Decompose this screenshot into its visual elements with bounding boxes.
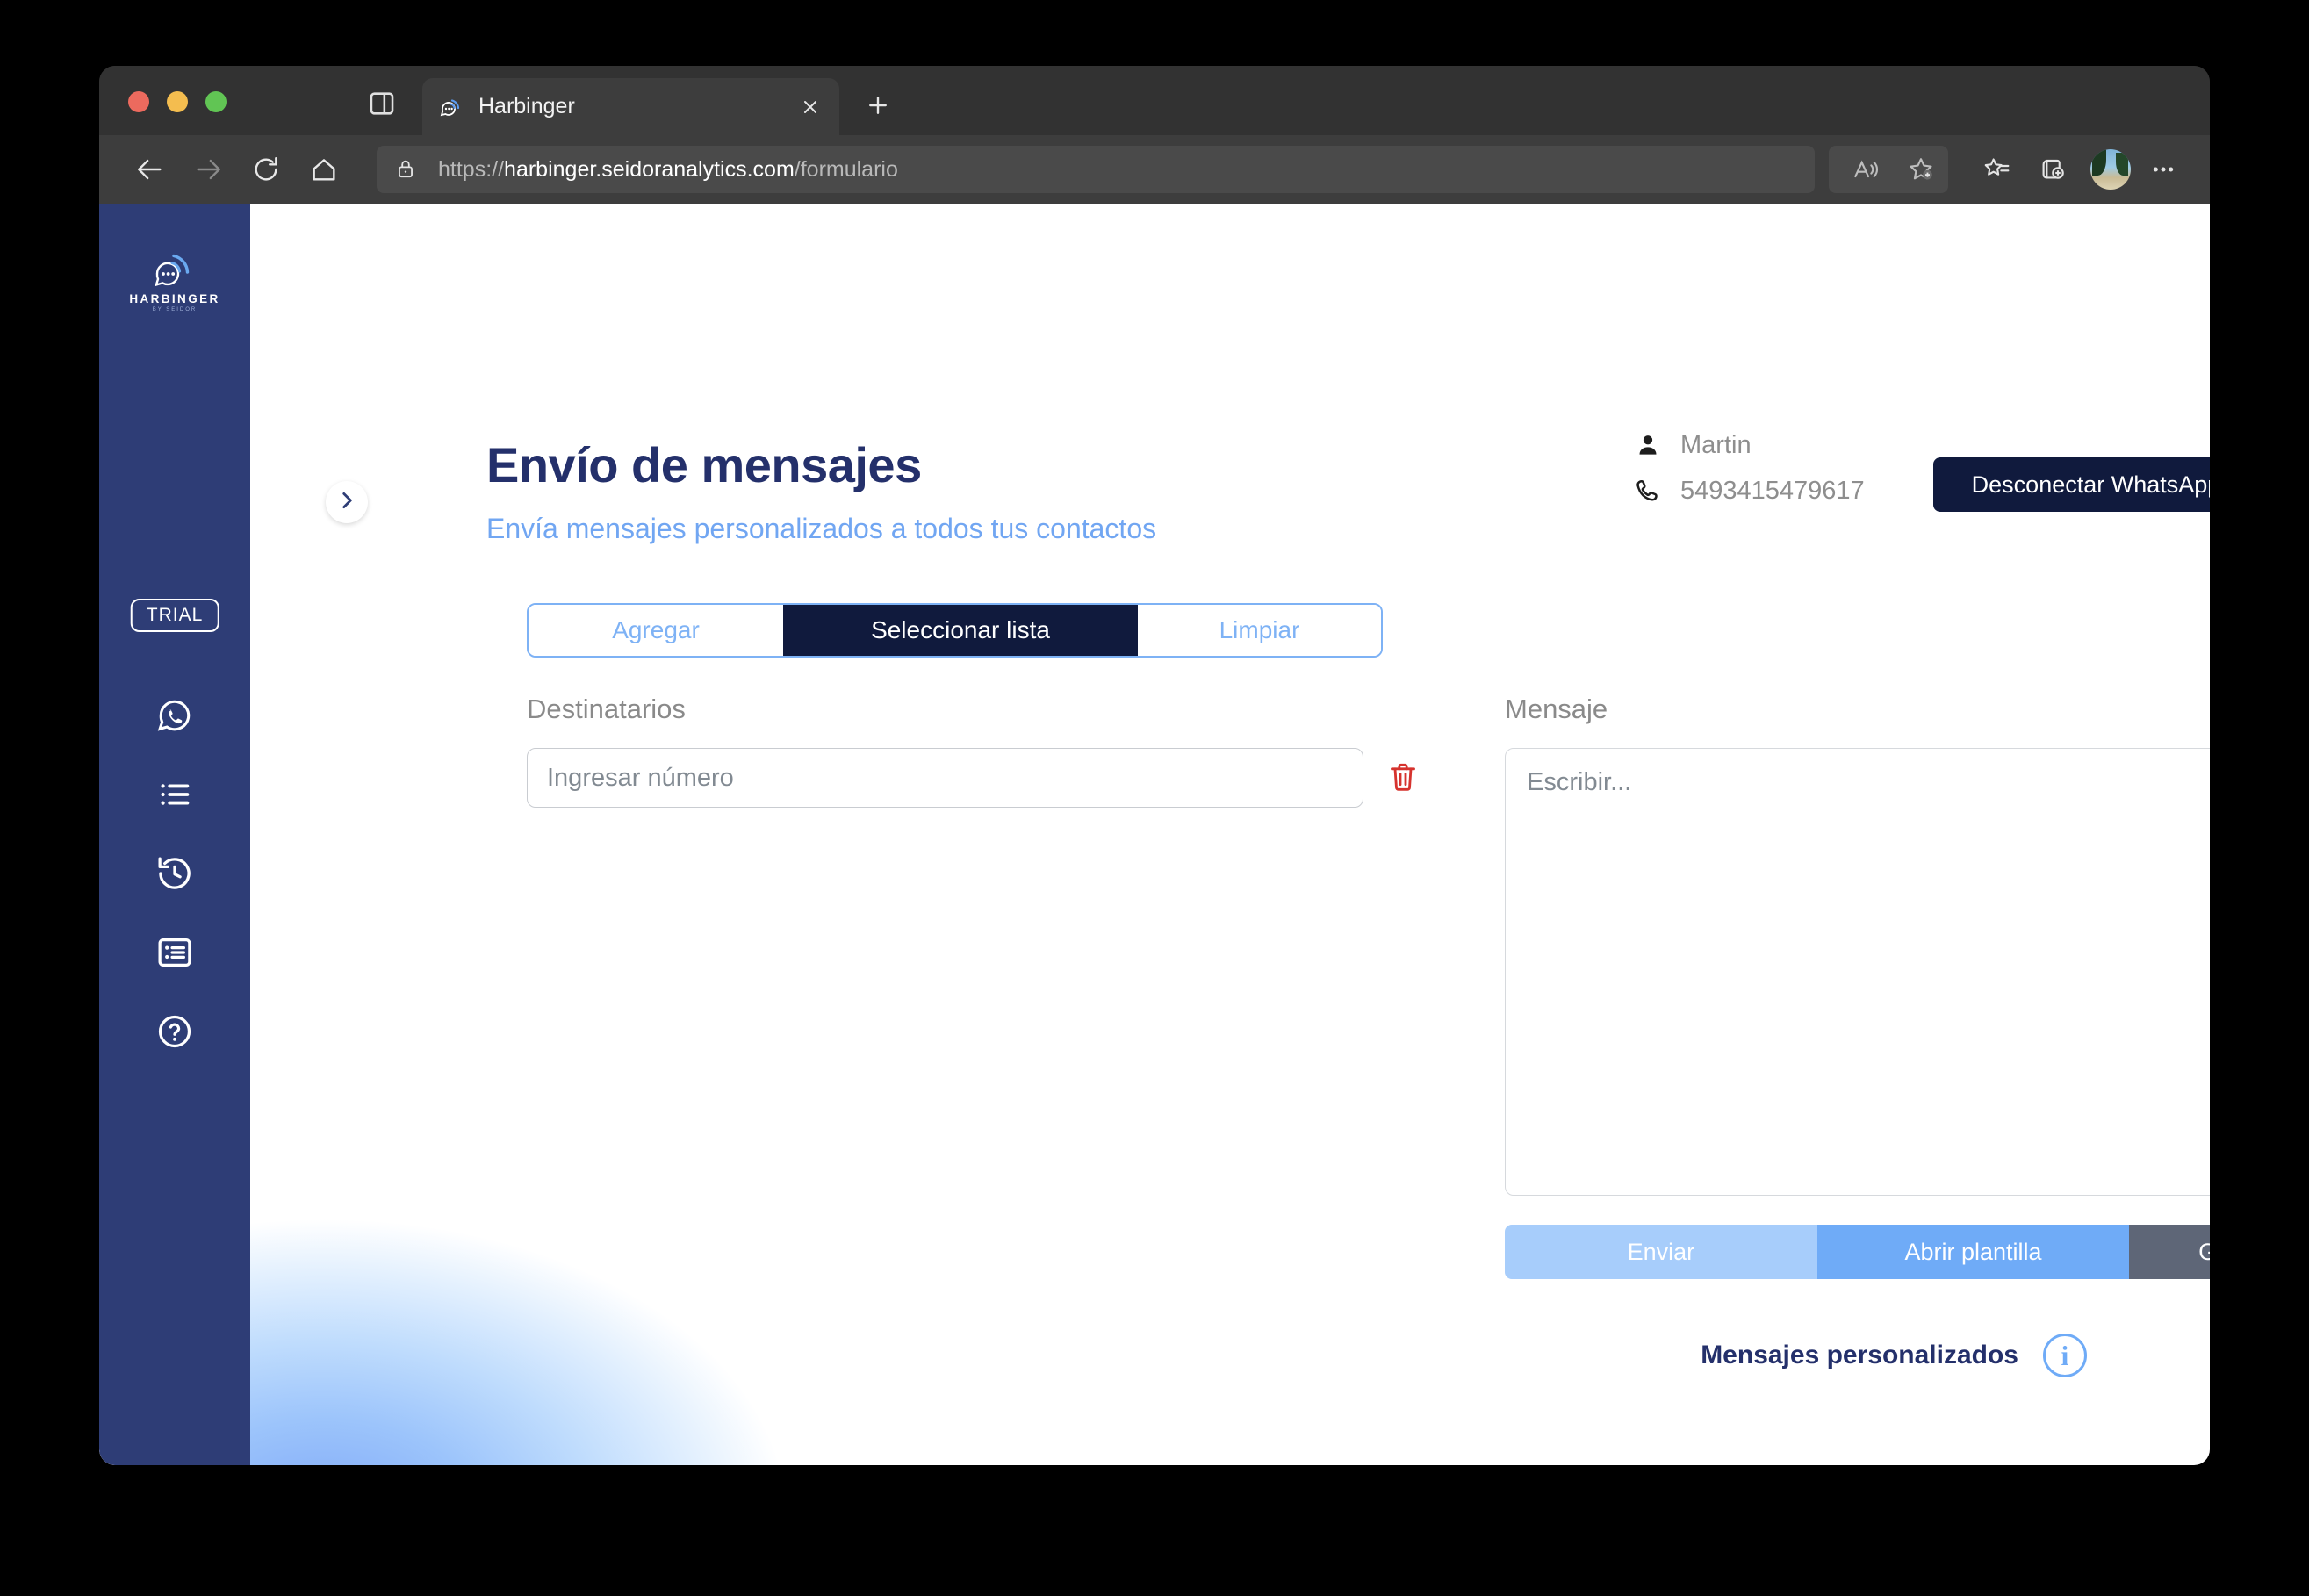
read-aloud-icon[interactable] [1841,146,1888,193]
profile-avatar[interactable] [2090,149,2131,190]
account-phone: 5493415479617 [1680,476,1865,505]
browser-tab[interactable]: Harbinger [422,78,839,135]
account-name-row: Martin [1633,430,1865,460]
favorites-list-icon[interactable] [1973,146,2020,193]
url-path: /formulario [794,156,898,182]
harbinger-logo-icon [438,94,464,120]
message-actions: Enviar Abrir plantilla Guardar plantilla [1505,1225,2210,1279]
sidebar-item-help[interactable] [99,994,250,1073]
send-button[interactable]: Enviar [1505,1225,1817,1279]
message-label: Mensaje [1505,694,1608,724]
account-phone-row: 5493415479617 [1633,476,1865,506]
maximize-window-button[interactable] [205,91,227,112]
open-template-button[interactable]: Abrir plantilla [1816,1225,2130,1279]
recipients-section: Destinatarios [527,694,1422,808]
browser-tabstrip: Harbinger [99,66,2210,135]
sidebar-item-history[interactable] [99,836,250,915]
message-textarea[interactable] [1505,748,2210,1196]
browser-window: Harbinger https://harbinger.seidoranalyt… [99,66,2210,1465]
account-info: Martin 5493415479617 [1633,430,1865,521]
tab-limpiar[interactable]: Limpiar [1138,605,1381,656]
history-icon [155,853,195,898]
page-title: Envío de mensajes [486,437,922,492]
trash-icon [1385,759,1421,797]
close-icon[interactable] [797,94,824,120]
main-content: Envío de mensajes Envía mensajes persona… [250,204,2210,1465]
browser-sidebar-icon[interactable] [367,89,397,119]
chevron-right-icon [335,489,358,516]
sidebar-item-lists[interactable] [99,757,250,836]
url-scheme: https:// [438,156,505,182]
arrow-left-icon[interactable] [127,147,173,192]
recipient-row [527,748,1422,808]
browser-toolbar: https://harbinger.seidoranalytics.com/fo… [99,135,2210,204]
url-host: harbinger.seidoranalytics.com [504,156,795,182]
mode-tab-group: Agregar Seleccionar lista Limpiar [527,603,1383,658]
save-template-button[interactable]: Guardar plantilla [2129,1225,2210,1279]
info-icon[interactable]: i [2043,1334,2087,1377]
recipient-number-input[interactable] [527,748,1363,808]
reload-icon[interactable] [243,147,289,192]
message-section: Mensaje [1505,694,2210,1196]
personalized-messages-label: Mensajes personalizados [1701,1341,2018,1370]
more-options-icon[interactable] [2140,146,2187,193]
list-icon [155,774,195,819]
address-bar-url: https://harbinger.seidoranalytics.com/fo… [438,157,898,183]
arrow-right-icon[interactable] [185,147,231,192]
phone-icon [1633,476,1663,506]
tab-seleccionar-lista[interactable]: Seleccionar lista [783,605,1138,656]
browser-tab-title: Harbinger [478,94,575,119]
lock-icon [394,157,419,182]
app-logo[interactable]: HARBINGER BY SEIDOR [129,248,220,313]
whatsapp-icon [155,695,195,740]
window-traffic-lights [128,91,227,112]
user-icon [1633,430,1663,460]
collections-icon[interactable] [2029,146,2076,193]
app-logo-subtext: BY SEIDOR [152,307,198,313]
account-name: Martin [1680,430,1752,459]
app-sidebar: HARBINGER BY SEIDOR TRIAL [99,204,250,1465]
disconnect-whatsapp-button[interactable]: Desconectar WhatsApp [1933,457,2210,512]
minimize-window-button[interactable] [167,91,188,112]
harbinger-logo-icon [129,248,220,290]
app-logo-wordmark: HARBINGER [129,292,220,306]
home-icon[interactable] [301,147,347,192]
browser-toolbar-actions [1829,146,2210,193]
personalized-messages-row[interactable]: Mensajes personalizados i [1701,1334,2087,1377]
report-list-icon [155,932,195,977]
recipients-label: Destinatarios [527,694,686,724]
sidebar-item-whatsapp[interactable] [99,678,250,757]
page-subtitle: Envía mensajes personalizados a todos tu… [486,513,1157,544]
question-circle-icon [155,1011,195,1056]
trial-badge: TRIAL [130,599,219,632]
tab-agregar[interactable]: Agregar [529,605,783,656]
address-bar[interactable]: https://harbinger.seidoranalytics.com/fo… [377,146,1815,193]
add-favorite-icon[interactable] [1897,146,1945,193]
sidebar-item-reports[interactable] [99,915,250,994]
sidebar-expand-button[interactable] [326,481,368,523]
sidebar-nav [99,678,250,1073]
page-viewport: HARBINGER BY SEIDOR TRIAL Envío de mensa… [99,204,2210,1465]
address-actions-group [1829,146,1948,193]
delete-recipient-button[interactable] [1385,758,1422,797]
close-window-button[interactable] [128,91,149,112]
plus-icon[interactable] [863,90,893,120]
